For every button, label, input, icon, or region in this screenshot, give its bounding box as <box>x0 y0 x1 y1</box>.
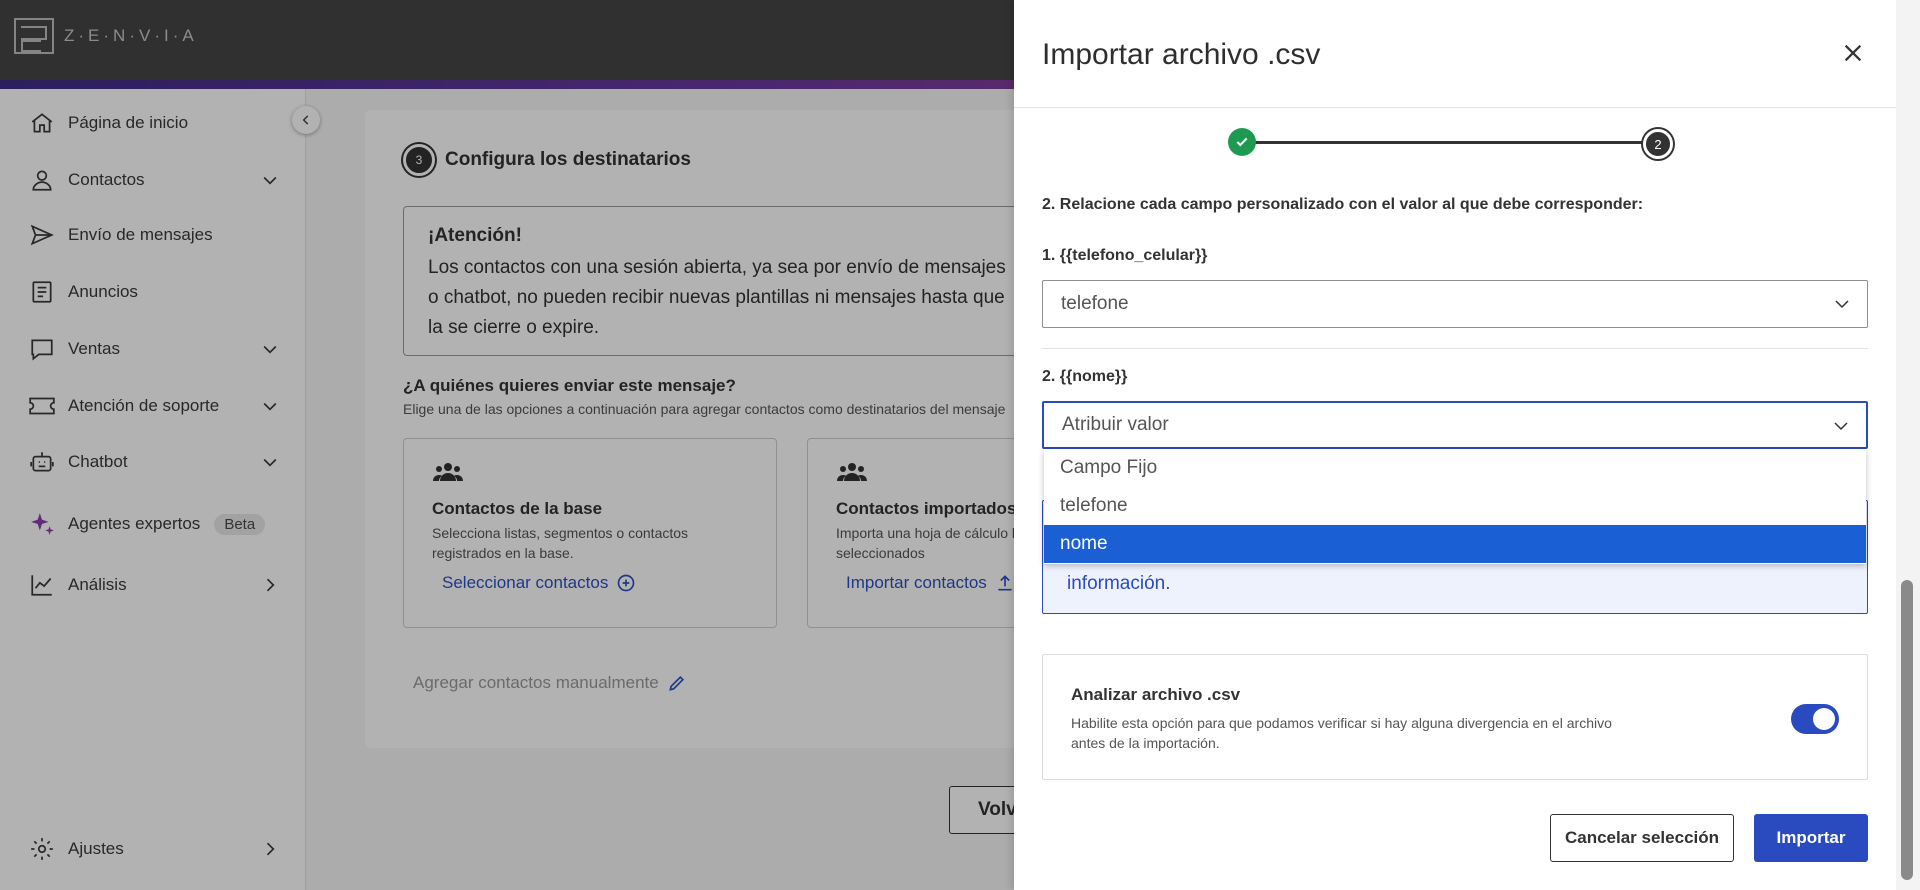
select-placeholder: Atribuir valor <box>1062 414 1169 435</box>
telefono-celular-select[interactable]: telefone <box>1042 280 1868 328</box>
stepper-line <box>1242 141 1648 144</box>
analyze-csv-panel: Analizar archivo .csv Habilite esta opci… <box>1042 654 1868 780</box>
close-button[interactable] <box>1838 38 1868 68</box>
field-label-telefono-celular: 1. {{telefono_celular}} <box>1042 247 1208 264</box>
scrollbar-thumb[interactable] <box>1901 580 1913 880</box>
modal-overlay[interactable] <box>0 0 1014 890</box>
dropdown-option-nome[interactable]: nome <box>1044 525 1866 563</box>
nome-select[interactable]: Atribuir valor <box>1042 401 1868 449</box>
scrollbar[interactable] <box>1896 0 1920 890</box>
stepper-step-completed <box>1228 128 1256 156</box>
dropdown-option-campo-fijo[interactable]: Campo Fijo <box>1044 449 1866 487</box>
analyze-title: Analizar archivo .csv <box>1071 685 1241 704</box>
cancel-selection-button[interactable]: Cancelar selección <box>1550 814 1734 862</box>
analyze-description: Habilite esta opción para que podamos ve… <box>1071 715 1612 751</box>
field-divider <box>1042 348 1868 349</box>
close-icon <box>1844 44 1862 62</box>
check-icon <box>1236 137 1248 147</box>
stepper-step-current: 2 <box>1643 129 1673 159</box>
drawer-title: Importar archivo .csv <box>1042 38 1321 71</box>
analyze-csv-toggle[interactable] <box>1791 704 1839 734</box>
info-link[interactable]: información. <box>1067 573 1171 595</box>
import-button[interactable]: Importar <box>1754 814 1868 862</box>
toggle-knob <box>1813 708 1835 730</box>
field-label-nome: 2. {{nome}} <box>1042 368 1128 385</box>
mapping-instruction: 2. Relacione cada campo personalizado co… <box>1042 196 1644 213</box>
dropdown-option-telefone[interactable]: telefone <box>1044 487 1866 525</box>
chevron-down-icon <box>1830 415 1852 437</box>
import-csv-drawer: Importar archivo .csv 2 2. Relacione cad… <box>1014 0 1920 890</box>
nome-dropdown-menu: Campo Fijo telefone nome <box>1044 449 1866 564</box>
chevron-down-icon <box>1831 293 1853 315</box>
header-divider <box>1014 107 1896 108</box>
select-value: telefone <box>1061 293 1129 314</box>
